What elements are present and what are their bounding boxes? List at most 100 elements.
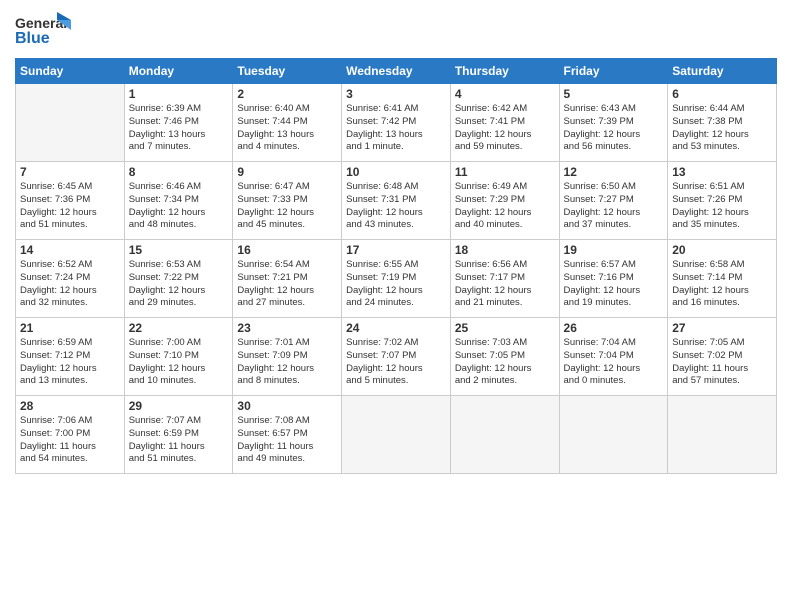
column-header-friday: Friday [559,59,668,84]
day-number: 3 [346,87,446,101]
day-info: Sunrise: 7:05 AM Sunset: 7:02 PM Dayligh… [672,337,772,388]
calendar-cell: 11 Sunrise: 6:49 AM Sunset: 7:29 PM Dayli… [450,162,559,240]
logo: GeneralBlue [15,10,75,50]
svg-text:Blue: Blue [15,30,50,47]
calendar-cell: 13 Sunrise: 6:51 AM Sunset: 7:26 PM Dayli… [668,162,777,240]
calendar-cell: 9 Sunrise: 6:47 AM Sunset: 7:33 PM Daylig… [233,162,342,240]
day-number: 25 [455,321,555,335]
calendar-cell [342,396,451,474]
day-info: Sunrise: 7:01 AM Sunset: 7:09 PM Dayligh… [237,337,337,388]
day-number: 23 [237,321,337,335]
day-info: Sunrise: 6:41 AM Sunset: 7:42 PM Dayligh… [346,103,446,154]
day-number: 5 [564,87,664,101]
week-row-1: 1 Sunrise: 6:39 AM Sunset: 7:46 PM Daylig… [16,84,777,162]
day-info: Sunrise: 6:44 AM Sunset: 7:38 PM Dayligh… [672,103,772,154]
day-number: 29 [129,399,229,413]
day-number: 28 [20,399,120,413]
day-info: Sunrise: 7:03 AM Sunset: 7:05 PM Dayligh… [455,337,555,388]
day-number: 15 [129,243,229,257]
calendar-cell: 22Sunrise: 7:00 AM Sunset: 7:10 PM Dayli… [124,318,233,396]
day-info: Sunrise: 6:46 AM Sunset: 7:34 PM Dayligh… [129,181,229,232]
column-header-sunday: Sunday [16,59,125,84]
column-header-thursday: Thursday [450,59,559,84]
day-info: Sunrise: 6:57 AM Sunset: 7:16 PM Dayligh… [564,259,664,310]
day-info: Sunrise: 7:08 AM Sunset: 6:57 PM Dayligh… [237,415,337,466]
calendar-cell: 15 Sunrise: 6:53 AM Sunset: 7:22 PM Dayli… [124,240,233,318]
day-number: 14 [20,243,120,257]
calendar-cell: 8 Sunrise: 6:46 AM Sunset: 7:34 PM Daylig… [124,162,233,240]
day-info: Sunrise: 6:52 AM Sunset: 7:24 PM Dayligh… [20,259,120,310]
day-number: 4 [455,87,555,101]
calendar-cell [668,396,777,474]
day-info: Sunrise: 6:51 AM Sunset: 7:26 PM Dayligh… [672,181,772,232]
calendar-cell: 17 Sunrise: 6:55 AM Sunset: 7:19 PM Dayli… [342,240,451,318]
day-info: Sunrise: 7:02 AM Sunset: 7:07 PM Dayligh… [346,337,446,388]
day-info: Sunrise: 6:45 AM Sunset: 7:36 PM Dayligh… [20,181,120,232]
calendar-cell: 4Sunrise: 6:42 AM Sunset: 7:41 PM Daylig… [450,84,559,162]
day-info: Sunrise: 6:40 AM Sunset: 7:44 PM Dayligh… [237,103,337,154]
day-info: Sunrise: 6:54 AM Sunset: 7:21 PM Dayligh… [237,259,337,310]
calendar-cell: 2 Sunrise: 6:40 AM Sunset: 7:44 PM Daylig… [233,84,342,162]
day-info: Sunrise: 6:39 AM Sunset: 7:46 PM Dayligh… [129,103,229,154]
column-header-monday: Monday [124,59,233,84]
calendar-cell: 30 Sunrise: 7:08 AM Sunset: 6:57 PM Dayli… [233,396,342,474]
calendar-cell: 3 Sunrise: 6:41 AM Sunset: 7:42 PM Daylig… [342,84,451,162]
calendar-cell: 14 Sunrise: 6:52 AM Sunset: 7:24 PM Dayli… [16,240,125,318]
day-number: 17 [346,243,446,257]
day-number: 13 [672,165,772,179]
column-header-saturday: Saturday [668,59,777,84]
day-number: 21 [20,321,120,335]
logo-svg: GeneralBlue [15,10,75,50]
day-number: 16 [237,243,337,257]
day-number: 22 [129,321,229,335]
day-info: Sunrise: 6:49 AM Sunset: 7:29 PM Dayligh… [455,181,555,232]
day-info: Sunrise: 7:04 AM Sunset: 7:04 PM Dayligh… [564,337,664,388]
day-info: Sunrise: 6:43 AM Sunset: 7:39 PM Dayligh… [564,103,664,154]
week-row-2: 7 Sunrise: 6:45 AM Sunset: 7:36 PM Daylig… [16,162,777,240]
day-info: Sunrise: 7:07 AM Sunset: 6:59 PM Dayligh… [129,415,229,466]
day-info: Sunrise: 6:48 AM Sunset: 7:31 PM Dayligh… [346,181,446,232]
day-number: 8 [129,165,229,179]
day-number: 2 [237,87,337,101]
calendar-cell [559,396,668,474]
week-row-5: 28 Sunrise: 7:06 AM Sunset: 7:00 PM Dayli… [16,396,777,474]
calendar-cell: 18 Sunrise: 6:56 AM Sunset: 7:17 PM Dayli… [450,240,559,318]
calendar-cell: 28 Sunrise: 7:06 AM Sunset: 7:00 PM Dayli… [16,396,125,474]
calendar-cell: 26 Sunrise: 7:04 AM Sunset: 7:04 PM Dayli… [559,318,668,396]
day-number: 12 [564,165,664,179]
column-header-tuesday: Tuesday [233,59,342,84]
day-info: Sunrise: 7:06 AM Sunset: 7:00 PM Dayligh… [20,415,120,466]
calendar-cell: 24Sunrise: 7:02 AM Sunset: 7:07 PM Dayli… [342,318,451,396]
day-number: 10 [346,165,446,179]
column-header-wednesday: Wednesday [342,59,451,84]
calendar-cell: 16 Sunrise: 6:54 AM Sunset: 7:21 PM Dayli… [233,240,342,318]
calendar-cell: 25 Sunrise: 7:03 AM Sunset: 7:05 PM Dayli… [450,318,559,396]
week-row-3: 14 Sunrise: 6:52 AM Sunset: 7:24 PM Dayli… [16,240,777,318]
day-number: 1 [129,87,229,101]
day-info: Sunrise: 6:58 AM Sunset: 7:14 PM Dayligh… [672,259,772,310]
day-number: 9 [237,165,337,179]
calendar-cell: 29 Sunrise: 7:07 AM Sunset: 6:59 PM Dayli… [124,396,233,474]
calendar-body: 1 Sunrise: 6:39 AM Sunset: 7:46 PM Daylig… [16,84,777,474]
day-info: Sunrise: 6:55 AM Sunset: 7:19 PM Dayligh… [346,259,446,310]
day-number: 6 [672,87,772,101]
day-number: 11 [455,165,555,179]
calendar-cell: 21Sunrise: 6:59 AM Sunset: 7:12 PM Dayli… [16,318,125,396]
day-number: 26 [564,321,664,335]
calendar-cell: 20 Sunrise: 6:58 AM Sunset: 7:14 PM Dayli… [668,240,777,318]
day-info: Sunrise: 6:56 AM Sunset: 7:17 PM Dayligh… [455,259,555,310]
calendar-cell: 1 Sunrise: 6:39 AM Sunset: 7:46 PM Daylig… [124,84,233,162]
day-number: 20 [672,243,772,257]
day-number: 19 [564,243,664,257]
day-number: 18 [455,243,555,257]
week-row-4: 21Sunrise: 6:59 AM Sunset: 7:12 PM Dayli… [16,318,777,396]
calendar-cell: 12Sunrise: 6:50 AM Sunset: 7:27 PM Dayli… [559,162,668,240]
calendar-cell: 27Sunrise: 7:05 AM Sunset: 7:02 PM Dayli… [668,318,777,396]
day-info: Sunrise: 6:47 AM Sunset: 7:33 PM Dayligh… [237,181,337,232]
day-number: 7 [20,165,120,179]
calendar-cell: 7 Sunrise: 6:45 AM Sunset: 7:36 PM Daylig… [16,162,125,240]
day-info: Sunrise: 6:53 AM Sunset: 7:22 PM Dayligh… [129,259,229,310]
calendar-cell: 19 Sunrise: 6:57 AM Sunset: 7:16 PM Dayli… [559,240,668,318]
calendar-cell [16,84,125,162]
day-number: 30 [237,399,337,413]
